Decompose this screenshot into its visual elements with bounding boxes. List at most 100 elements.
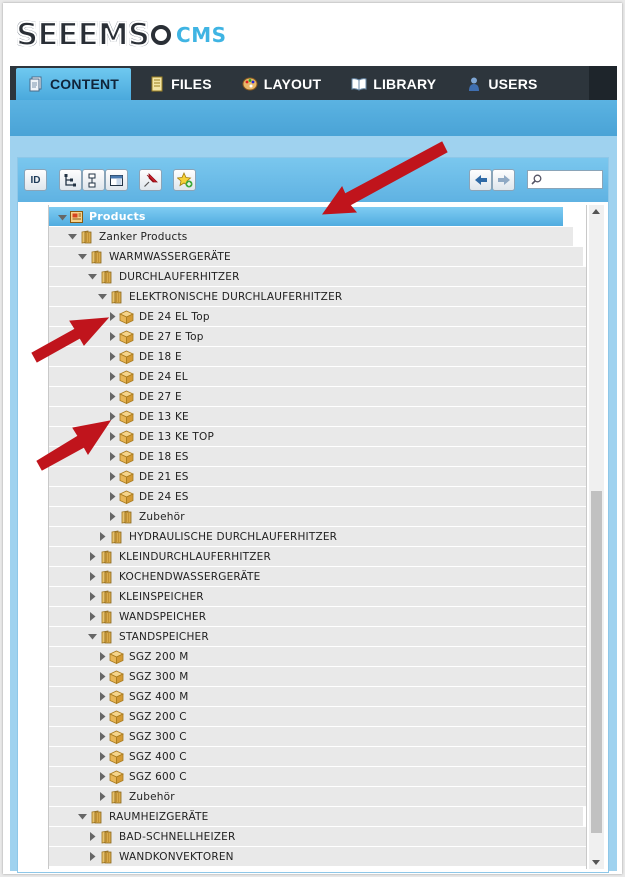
expand-arrow-down-icon[interactable] xyxy=(58,212,67,221)
back-button[interactable] xyxy=(469,169,492,191)
arrow-right-icon xyxy=(497,175,510,185)
search-input[interactable] xyxy=(544,172,600,187)
collapse-arrow-right-icon[interactable] xyxy=(108,472,117,481)
scroll-down-arrow[interactable] xyxy=(592,860,600,865)
document-icon xyxy=(28,76,44,92)
forward-button[interactable] xyxy=(492,169,515,191)
tree-item-product[interactable]: SGZ 400 M xyxy=(49,687,586,707)
collapse-arrow-right-icon[interactable] xyxy=(108,492,117,501)
tree-item-folder[interactable]: Zubehör xyxy=(49,507,586,527)
page-icon xyxy=(69,210,84,224)
expand-arrow-down-icon[interactable] xyxy=(88,272,97,281)
collapse-arrow-right-icon[interactable] xyxy=(98,732,107,741)
tree-item-product[interactable]: DE 18 ES xyxy=(49,447,586,467)
expand-arrow-down-icon[interactable] xyxy=(78,252,87,261)
collapse-arrow-right-icon[interactable] xyxy=(108,352,117,361)
expand-arrow-down-icon[interactable] xyxy=(98,292,107,301)
collapse-arrow-right-icon[interactable] xyxy=(108,312,117,321)
tree-item-label: KLEINSPEICHER xyxy=(119,590,204,603)
tree-item-label: SGZ 200 C xyxy=(129,710,187,723)
tree-item-folder[interactable]: KOCHENDWASSERGERÄTE xyxy=(49,567,586,587)
collapse-arrow-right-icon[interactable] xyxy=(98,712,107,721)
tree-item-folder[interactable]: WARMWASSERGERÄTE xyxy=(49,247,583,267)
tree-item-folder[interactable]: DURCHLAUFERHITZER xyxy=(49,267,586,287)
collapse-arrow-right-icon[interactable] xyxy=(108,452,117,461)
expand-arrow-down-icon[interactable] xyxy=(88,632,97,641)
tree-item-label: SGZ 300 C xyxy=(129,730,187,743)
tree-item-folder[interactable]: BAD-SCHNELLHEIZER xyxy=(49,827,586,847)
product-box-icon xyxy=(119,470,134,484)
tree-item-folder[interactable]: Zanker Products xyxy=(49,227,573,247)
window-view-button[interactable] xyxy=(105,169,128,191)
tab-library[interactable]: LIBRARY xyxy=(339,68,448,100)
tab-label: FILES xyxy=(171,76,212,92)
tree-item-folder[interactable]: HYDRAULISCHE DURCHLAUFERHITZER xyxy=(49,527,586,547)
tree-scrollbar[interactable] xyxy=(589,205,604,869)
tree-item-product[interactable]: DE 24 ES xyxy=(49,487,586,507)
tab-users[interactable]: USERS xyxy=(454,68,549,100)
collapse-arrow-right-icon[interactable] xyxy=(108,372,117,381)
collapse-arrow-right-icon[interactable] xyxy=(108,332,117,341)
collapse-arrow-right-icon[interactable] xyxy=(98,752,107,761)
collapse-arrow-right-icon[interactable] xyxy=(98,792,107,801)
collapse-arrow-right-icon[interactable] xyxy=(98,692,107,701)
product-box-icon xyxy=(119,410,134,424)
tree-item-product[interactable]: SGZ 600 C xyxy=(49,767,586,787)
tree-item-product[interactable]: DE 27 E xyxy=(49,387,586,407)
collapse-arrow-right-icon[interactable] xyxy=(88,552,97,561)
tree-item-product[interactable]: SGZ 300 M xyxy=(49,667,586,687)
collapse-arrow-right-icon[interactable] xyxy=(88,852,97,861)
tree-item-product[interactable]: SGZ 200 C xyxy=(49,707,586,727)
tree-item-folder[interactable]: KLEINSPEICHER xyxy=(49,587,586,607)
collapse-arrow-right-icon[interactable] xyxy=(108,392,117,401)
product-box-icon xyxy=(119,390,134,404)
tab-files[interactable]: FILES xyxy=(137,68,224,100)
tree-item-product[interactable]: DE 24 EL xyxy=(49,367,586,387)
id-toggle-button[interactable]: ID xyxy=(24,169,47,191)
tree-item-product[interactable]: DE 27 E Top xyxy=(49,327,586,347)
tree-item-product[interactable]: SGZ 400 C xyxy=(49,747,586,767)
tab-layout[interactable]: LAYOUT xyxy=(230,68,333,100)
tree-item-product[interactable]: DE 13 KE xyxy=(49,407,586,427)
tree-item-folder[interactable]: RAUMHEIZGERÄTE xyxy=(49,807,583,827)
tree-item-product[interactable]: SGZ 200 M xyxy=(49,647,586,667)
hierarchy-view-button[interactable] xyxy=(82,169,105,191)
collapse-arrow-right-icon[interactable] xyxy=(98,772,107,781)
pin-button[interactable] xyxy=(139,169,162,191)
collapse-arrow-right-icon[interactable] xyxy=(98,652,107,661)
content-tree: Products Zanker Products WARMWASSERGERÄTE D… xyxy=(48,205,587,869)
seeems-logo: SEEEMS CMS xyxy=(15,16,227,54)
tree-view-button[interactable] xyxy=(59,169,82,191)
tab-content[interactable]: CONTENT xyxy=(16,68,132,100)
collapse-arrow-right-icon[interactable] xyxy=(98,672,107,681)
tree-item-folder[interactable]: STANDSPEICHER xyxy=(49,627,586,647)
collapse-arrow-right-icon[interactable] xyxy=(108,512,117,521)
tree-item-folder[interactable]: WANDSPEICHER xyxy=(49,607,586,627)
tree-item-product[interactable]: DE 13 KE TOP xyxy=(49,427,586,447)
scroll-thumb[interactable] xyxy=(591,491,602,833)
collapse-arrow-right-icon[interactable] xyxy=(88,612,97,621)
tree-item-product[interactable]: DE 21 ES xyxy=(49,467,586,487)
expand-arrow-down-icon[interactable] xyxy=(78,812,87,821)
scroll-up-arrow[interactable] xyxy=(592,209,600,214)
tree-item-product[interactable]: DE 18 E xyxy=(49,347,586,367)
tree-item-label: SGZ 200 M xyxy=(129,650,189,663)
tree-item-product[interactable]: SGZ 300 C xyxy=(49,727,586,747)
expand-arrow-down-icon[interactable] xyxy=(68,232,77,241)
tree-item-folder[interactable]: KLEINDURCHLAUFERHITZER xyxy=(49,547,586,567)
search-box[interactable] xyxy=(527,170,603,189)
tree-item-folder[interactable]: WANDKONVEKTOREN xyxy=(49,847,586,867)
collapse-arrow-right-icon[interactable] xyxy=(88,572,97,581)
collapse-arrow-right-icon[interactable] xyxy=(108,432,117,441)
tree-item-folder[interactable]: Zubehör xyxy=(49,787,586,807)
main-nav: CONTENT FILES LAYOUT LIBRARY USERS xyxy=(10,66,617,100)
collapse-arrow-right-icon[interactable] xyxy=(88,832,97,841)
collapse-arrow-right-icon[interactable] xyxy=(108,412,117,421)
tree-item-root[interactable]: Products xyxy=(49,207,563,227)
add-favorite-button[interactable] xyxy=(173,169,196,191)
tree-item-product[interactable]: DE 24 EL Top xyxy=(49,307,586,327)
collapse-arrow-right-icon[interactable] xyxy=(98,532,107,541)
folder-icon xyxy=(99,590,114,604)
tree-item-folder[interactable]: ELEKTRONISCHE DURCHLAUFERHITZER xyxy=(49,287,586,307)
collapse-arrow-right-icon[interactable] xyxy=(88,592,97,601)
